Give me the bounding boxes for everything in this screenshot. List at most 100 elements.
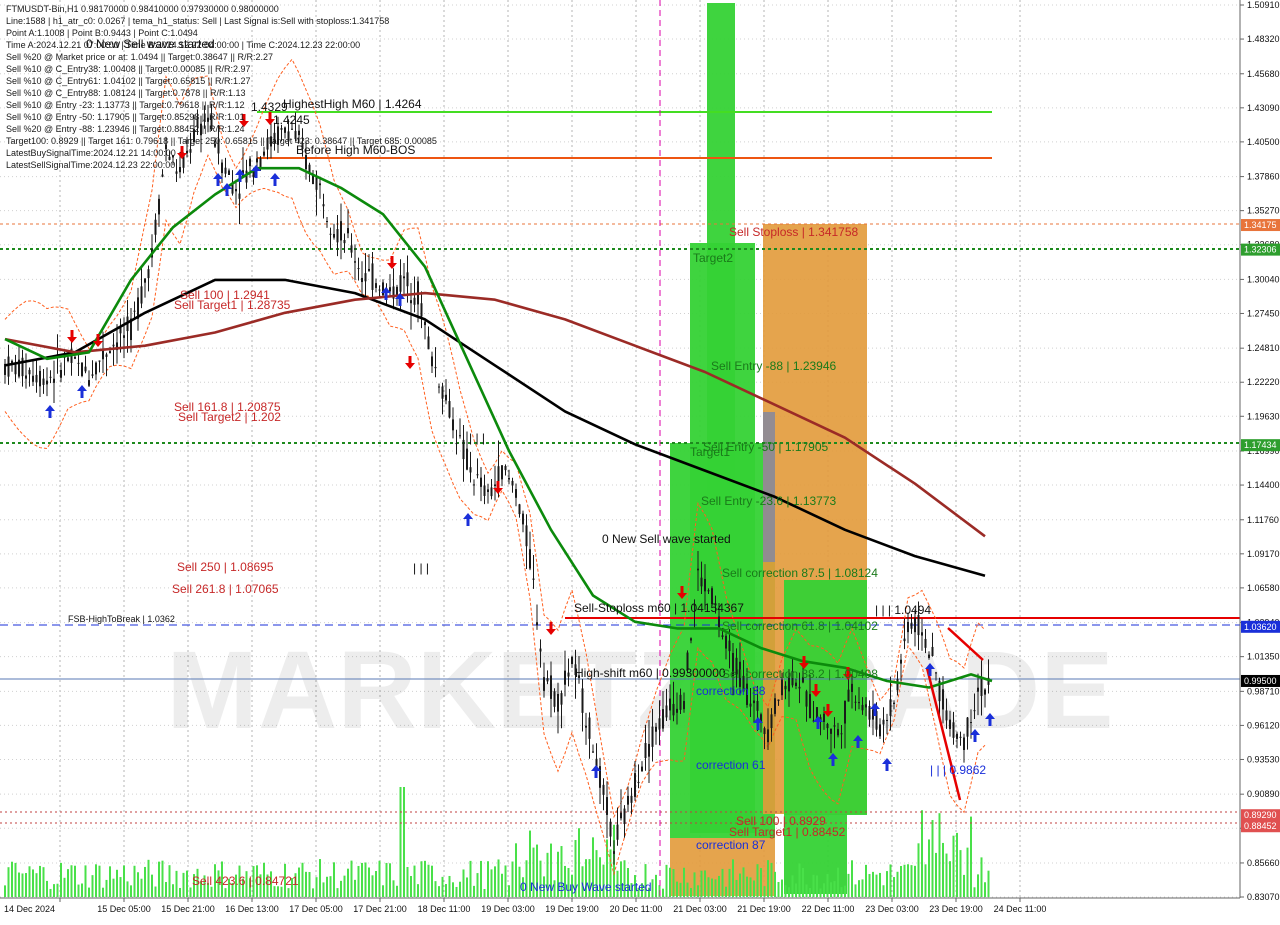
volume-bar <box>102 887 104 897</box>
volume-bar <box>655 874 657 897</box>
volume-bar <box>679 882 682 897</box>
volume-bar <box>452 882 454 897</box>
candle-body <box>840 733 843 735</box>
label-sell-target2: Sell Target2 | 1.202 <box>178 410 281 424</box>
volume-bar <box>816 875 818 897</box>
volume-bar <box>35 873 38 897</box>
candle-body <box>291 128 293 130</box>
volume-bar <box>74 865 76 897</box>
volume-bar <box>823 883 825 897</box>
candle-body <box>35 374 38 383</box>
volume-bar <box>7 867 10 897</box>
candle-body <box>329 233 332 235</box>
volume-bar <box>186 870 188 897</box>
label-sell-2618: Sell 261.8 | 1.07065 <box>172 582 279 596</box>
volume-bar <box>697 885 699 897</box>
price-marker-label: 0.88452 <box>1244 821 1277 831</box>
volume-bar <box>480 860 482 897</box>
candle-body <box>963 737 965 751</box>
volume-bar <box>413 865 416 897</box>
label-correction-38: correction 38 <box>696 684 766 698</box>
price-tick-label: 1.37860 <box>1247 172 1280 182</box>
volume-bar <box>746 876 748 897</box>
candle-body <box>770 714 773 729</box>
price-tick-label: 1.01350 <box>1247 652 1280 662</box>
candle-body <box>690 638 692 641</box>
volume-bar <box>11 861 13 897</box>
volume-bar <box>42 867 45 897</box>
time-tick-label: 17 Dec 21:00 <box>353 904 407 914</box>
volume-bar <box>378 860 381 897</box>
candle-body <box>949 719 951 729</box>
volume-bar <box>441 876 444 897</box>
candle-body <box>315 177 318 190</box>
candle-body <box>984 689 986 695</box>
volume-bar <box>490 869 493 897</box>
volume-bar <box>788 887 790 897</box>
volume-bar <box>32 869 34 897</box>
volume-bar <box>399 787 402 897</box>
volume-bar <box>340 880 342 897</box>
label-high-1: 1.4329 <box>251 100 288 114</box>
candle-body <box>665 705 668 718</box>
candle-body <box>508 477 510 480</box>
candle-body <box>427 336 430 350</box>
candle-body <box>235 189 237 192</box>
candle-body <box>399 275 402 292</box>
volume-bar <box>18 872 20 897</box>
candle-body <box>585 725 587 728</box>
candle-body <box>889 699 892 716</box>
volume-bar <box>431 865 433 897</box>
candle-body <box>105 354 108 357</box>
volume-bar <box>361 862 363 897</box>
price-marker-label: 1.17434 <box>1244 440 1277 450</box>
volume-bar <box>662 888 664 897</box>
info-line: LatestSellSignalTime:2024.12.23 22:00:00 <box>6 160 175 170</box>
candle-body <box>966 717 969 737</box>
volume-bar <box>357 865 360 897</box>
candle-body <box>861 704 864 711</box>
candle-body <box>553 691 556 707</box>
volume-bar <box>840 887 843 897</box>
volume-bar <box>760 868 762 897</box>
volume-bar <box>725 886 727 897</box>
volume-bar <box>984 882 986 897</box>
volume-bar <box>683 867 685 897</box>
volume-bar <box>224 888 227 897</box>
volume-bar <box>977 874 979 897</box>
candle-body <box>14 363 17 375</box>
candle-body <box>886 720 888 722</box>
volume-bar <box>438 886 440 897</box>
candle-body <box>319 183 321 186</box>
candle-body <box>308 164 311 173</box>
volume-bar <box>343 875 346 897</box>
candle-body <box>973 710 976 712</box>
candle-body <box>676 708 678 713</box>
volume-bar <box>714 879 717 897</box>
candle-body <box>781 679 783 696</box>
volume-bar <box>315 877 318 897</box>
price-tick-label: 1.45680 <box>1247 69 1280 79</box>
candle-body <box>77 362 80 364</box>
candle-body <box>175 171 178 174</box>
candle-body <box>952 722 955 738</box>
candle-body <box>854 701 857 703</box>
price-tick-label: 1.22220 <box>1247 377 1280 387</box>
zone-green-right <box>784 580 867 815</box>
candle-body <box>343 240 346 244</box>
candle-body <box>980 679 983 696</box>
time-tick-label: 15 Dec 21:00 <box>161 904 215 914</box>
candle-body <box>560 693 563 705</box>
candle-body <box>658 718 661 730</box>
volume-bar <box>466 877 468 897</box>
volume-bar <box>459 881 461 897</box>
candle-body <box>532 578 535 580</box>
volume-bar <box>805 884 808 897</box>
info-line: LatestBuySignalTime:2024.12.21 14:00:00 <box>6 148 176 158</box>
label-sell-target1-lower: Sell Target1 | 0.88452 <box>729 825 846 839</box>
time-tick-label: 22 Dec 11:00 <box>802 904 855 914</box>
volume-bar <box>154 886 157 897</box>
volume-bar <box>364 862 367 897</box>
volume-bar <box>868 874 871 897</box>
candle-body <box>74 356 76 359</box>
